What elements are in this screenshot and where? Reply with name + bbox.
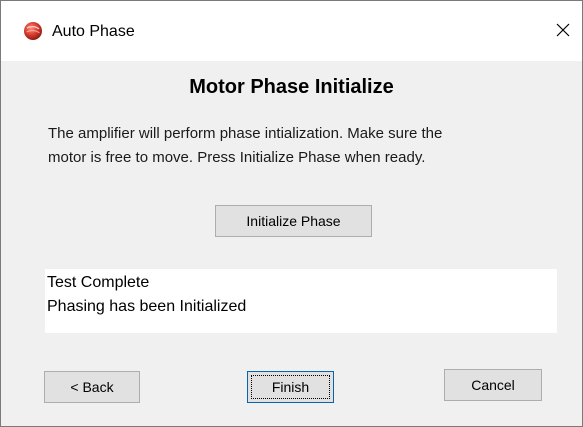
close-button[interactable] — [550, 19, 576, 45]
app-logo-icon — [23, 21, 43, 41]
status-output-box: Test Complete Phasing has been Initializ… — [45, 269, 557, 333]
cancel-button[interactable]: Cancel — [444, 369, 542, 401]
page-title: Motor Phase Initialize — [189, 76, 394, 98]
status-line-2: Phasing has been Initialized — [47, 298, 247, 315]
auto-phase-dialog: Auto Phase Motor Phase Initialize The am… — [0, 0, 583, 427]
window-title: Auto Phase — [52, 23, 135, 40]
instructions-line-1: The amplifier will perform phase intiali… — [48, 125, 443, 142]
title-bar: Auto Phase — [1, 1, 582, 61]
close-icon — [555, 22, 571, 43]
status-line-1: Test Complete — [47, 274, 150, 291]
instructions-line-2: motor is free to move. Press Initialize … — [48, 149, 426, 166]
back-button[interactable]: < Back — [44, 371, 140, 403]
initialize-phase-button[interactable]: Initialize Phase — [215, 205, 372, 237]
instructions-text: The amplifier will perform phase intiali… — [48, 122, 568, 170]
finish-button[interactable]: Finish — [247, 371, 334, 403]
focus-ring — [251, 375, 330, 399]
